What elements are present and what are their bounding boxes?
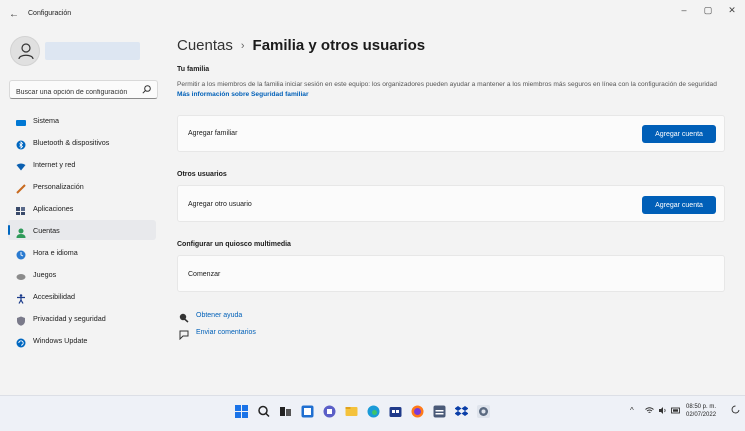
sidebar-item-label: Accesibilidad: [33, 291, 75, 301]
feedback-label: Enviar comentarios: [196, 329, 256, 336]
battery-icon[interactable]: [671, 406, 681, 417]
other-users-section-title: Otros usuarios: [177, 171, 227, 178]
sidebar-item-label: Privacidad y seguridad: [33, 313, 106, 323]
shield-icon: [16, 313, 26, 326]
pen-icon: [16, 181, 26, 194]
sidebar-item-juegos[interactable]: Juegos: [8, 264, 156, 284]
breadcrumb-separator: ›: [240, 40, 245, 52]
sidebar-item-label: Hora e idioma: [33, 247, 78, 257]
add-family-label: Agregar familiar: [188, 130, 238, 137]
clock[interactable]: 08:50 p. m. 02/07/2022: [686, 403, 716, 419]
sidebar-item-hora-idioma[interactable]: Hora e idioma: [8, 242, 156, 262]
sidebar-item-internet[interactable]: Internet y red: [8, 154, 156, 174]
breadcrumb-parent[interactable]: Cuentas: [177, 37, 233, 54]
add-other-user-card: Agregar otro usuario Agregar cuenta: [177, 185, 725, 222]
breadcrumb-current: Familia y otros usuarios: [252, 37, 426, 54]
dropbox-icon[interactable]: [454, 405, 469, 418]
search-input[interactable]: [10, 84, 138, 101]
add-other-account-button[interactable]: Agregar cuenta: [642, 196, 716, 214]
file-explorer-icon[interactable]: [345, 405, 358, 418]
search-icon[interactable]: [142, 85, 151, 94]
app-icon[interactable]: [433, 405, 446, 418]
page-title: Cuentas › Familia y otros usuarios: [177, 37, 425, 54]
family-section-title: Tu familia: [177, 66, 210, 73]
clock-time: 08:50 p. m.: [686, 404, 717, 410]
get-help-link[interactable]: Obtener ayuda: [179, 312, 242, 323]
clock-date: 02/07/2022: [686, 412, 717, 418]
taskbar: ^ 08:50 p. m. 02/07/2022: [0, 395, 745, 431]
active-indicator: [8, 225, 10, 235]
gamepad-icon: [16, 269, 26, 280]
sidebar-item-privacidad[interactable]: Privacidad y seguridad: [8, 308, 156, 328]
tray-overflow-chevron-icon[interactable]: ^: [630, 406, 634, 415]
sidebar-item-label: Cuentas: [33, 225, 60, 235]
search-icon[interactable]: [257, 405, 270, 418]
clock-globe-icon: [16, 247, 26, 260]
system-icon: [16, 115, 26, 126]
search-box[interactable]: [9, 80, 158, 101]
sidebar-item-sistema[interactable]: Sistema: [8, 110, 156, 130]
sidebar-item-label: Bluetooth & dispositivos: [33, 137, 110, 147]
notification-icon[interactable]: [731, 405, 740, 417]
sidebar-item-label: Aplicaciones: [33, 203, 74, 213]
store-icon[interactable]: [389, 405, 402, 418]
sidebar-item-label: Personalización: [33, 181, 84, 191]
minimize-button[interactable]: –: [674, 5, 694, 15]
sidebar-item-label: Windows Update: [33, 335, 88, 345]
task-view-icon[interactable]: [279, 405, 292, 418]
sidebar-item-aplicaciones[interactable]: Aplicaciones: [8, 198, 156, 218]
family-description-text: Permitir a los miembros de la familia in…: [177, 81, 717, 88]
sidebar-item-windows-update[interactable]: Windows Update: [8, 330, 156, 350]
teams-chat-icon[interactable]: [323, 405, 336, 418]
feedback-link[interactable]: Enviar comentarios: [179, 329, 256, 340]
accessibility-icon: [16, 291, 26, 304]
title-bar: ← Configuración – ▢ ✕: [0, 0, 745, 28]
sidebar-item-cuentas[interactable]: Cuentas: [8, 220, 156, 240]
edge-browser-icon[interactable]: [367, 405, 380, 418]
app-title: Configuración: [28, 10, 72, 17]
firefox-icon[interactable]: [411, 405, 424, 418]
bluetooth-icon: [16, 137, 26, 150]
volume-icon[interactable]: [658, 406, 667, 417]
sidebar-item-personalizacion[interactable]: Personalización: [8, 176, 156, 196]
kiosk-card[interactable]: Comenzar: [177, 255, 725, 292]
add-other-user-label: Agregar otro usuario: [188, 201, 252, 208]
update-icon: [16, 335, 26, 348]
apps-icon: [16, 203, 26, 215]
settings-window: ← Configuración – ▢ ✕ Sistema Bluetooth …: [0, 0, 745, 395]
family-safety-link[interactable]: Más información sobre Seguridad familiar: [177, 91, 309, 98]
person-icon: [18, 43, 34, 60]
accounts-icon: [16, 225, 26, 238]
kiosk-start-label: Comenzar: [188, 271, 221, 278]
close-button[interactable]: ✕: [722, 5, 742, 16]
sidebar-item-label: Juegos: [33, 269, 57, 279]
start-icon[interactable]: [235, 405, 248, 418]
add-family-card: Agregar familiar Agregar cuenta: [177, 115, 725, 152]
settings-gear-icon[interactable]: [477, 405, 490, 418]
back-arrow-icon[interactable]: ←: [9, 9, 19, 20]
maximize-button[interactable]: ▢: [698, 5, 718, 16]
wifi-icon: [16, 159, 26, 171]
wifi-status-icon[interactable]: [645, 406, 654, 417]
sidebar-item-label: Internet y red: [33, 159, 76, 169]
family-description: Permitir a los miembros de la familia in…: [177, 80, 722, 100]
get-help-label: Obtener ayuda: [196, 312, 243, 319]
sidebar-item-bluetooth[interactable]: Bluetooth & dispositivos: [8, 132, 156, 152]
avatar[interactable]: [10, 36, 40, 66]
user-name-redacted: [45, 42, 140, 60]
sidebar-item-accesibilidad[interactable]: Accesibilidad: [8, 286, 156, 306]
feedback-icon: [179, 330, 189, 340]
kiosk-section-title: Configurar un quiosco multimedia: [177, 241, 291, 248]
widgets-icon[interactable]: [301, 405, 314, 418]
help-chat-icon: [179, 313, 189, 323]
sidebar-item-label: Sistema: [33, 115, 59, 125]
add-family-account-button[interactable]: Agregar cuenta: [642, 125, 716, 143]
